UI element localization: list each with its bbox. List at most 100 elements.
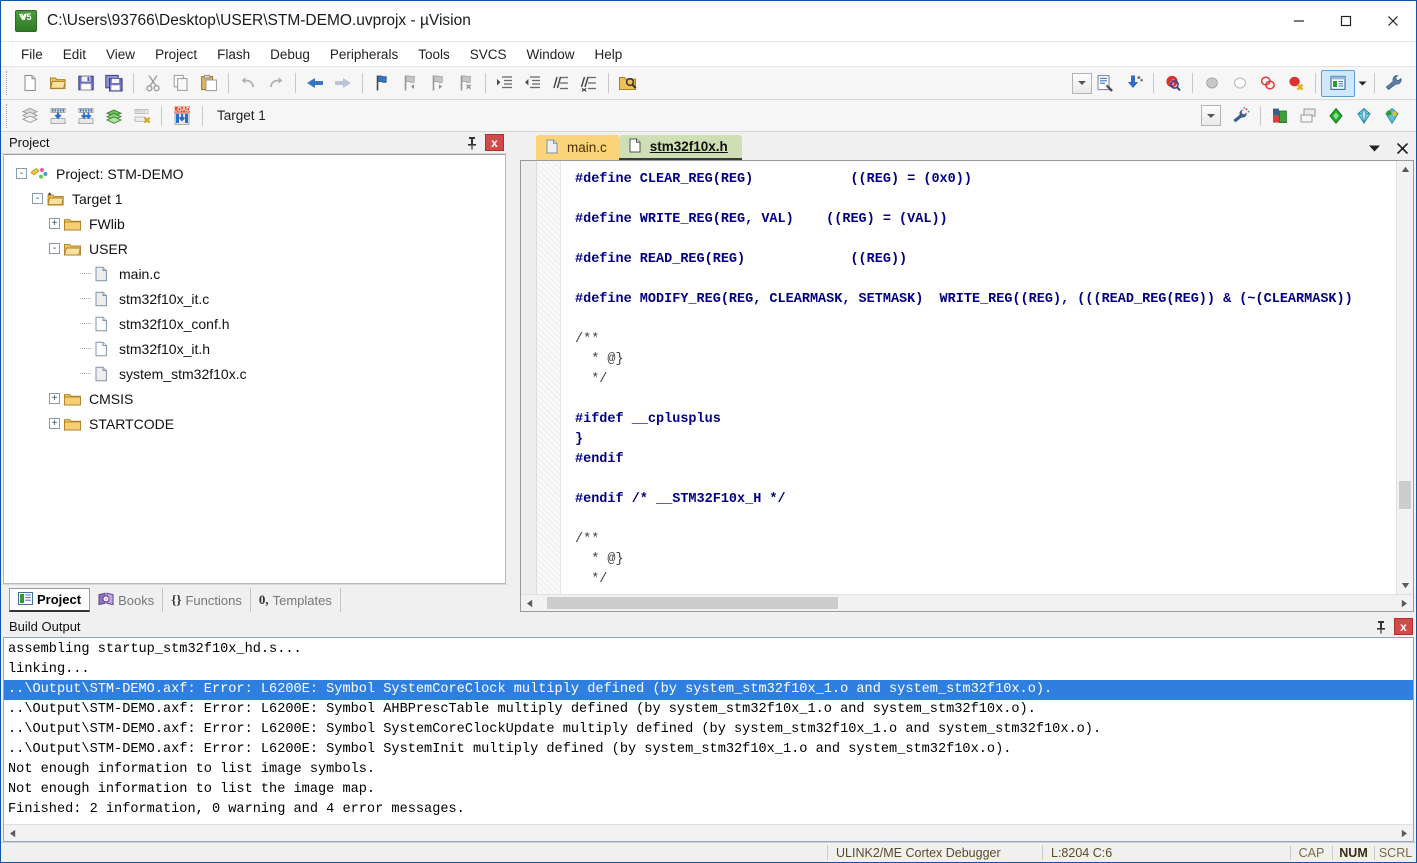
tree-item-startcode[interactable]: + STARTCODE [4, 411, 505, 436]
outdent-icon[interactable] [519, 70, 547, 97]
find-in-files-icon[interactable] [614, 70, 642, 97]
build-output-lines[interactable]: assembling startup_stm32f10x_hd.s... lin… [4, 638, 1413, 824]
editor-vertical-scrollbar[interactable] [1396, 161, 1413, 594]
bookmark-toggle-icon[interactable] [368, 70, 396, 97]
scroll-right-icon[interactable] [1396, 595, 1413, 611]
editor-vscroll-thumb[interactable] [1399, 481, 1411, 510]
window-list-chevron-down-icon[interactable] [1366, 140, 1382, 156]
menu-svcs[interactable]: SVCS [460, 44, 517, 65]
tab-project[interactable]: Project [9, 588, 91, 612]
tab-templates[interactable]: 0, Templates [251, 588, 341, 612]
tree-item-project-root[interactable]: - Project: STM-DEMO [4, 161, 505, 186]
expander-icon[interactable]: - [49, 243, 60, 254]
toolbar-grip[interactable] [6, 71, 13, 95]
tree-item-main-c[interactable]: main.c [4, 261, 505, 286]
tab-functions[interactable]: {} Functions [163, 588, 251, 612]
save-all-icon[interactable] [100, 70, 128, 97]
batch-build-icon[interactable] [100, 102, 128, 129]
toolbar-dropdown-arrow[interactable] [1072, 72, 1092, 94]
tree-item-stm32f10x-conf-h[interactable]: stm32f10x_conf.h [4, 311, 505, 336]
editor-fold-margin[interactable] [537, 161, 561, 594]
target-select[interactable]: Target 1 [208, 105, 383, 127]
navigate-back-icon[interactable] [301, 70, 329, 97]
scroll-down-icon[interactable] [1397, 577, 1413, 594]
comment-icon[interactable] [547, 70, 575, 97]
menu-tools[interactable]: Tools [408, 44, 460, 65]
scroll-right-icon[interactable] [1396, 825, 1413, 841]
editor-selection-margin[interactable] [521, 161, 537, 594]
menu-edit[interactable]: Edit [53, 44, 96, 65]
config-wizard-icon[interactable] [1092, 70, 1120, 97]
menu-project[interactable]: Project [145, 44, 207, 65]
pack-installer-icon[interactable] [1322, 102, 1350, 129]
configure-icon[interactable] [1380, 70, 1408, 97]
tree-item-fwlib[interactable]: + FWlib [4, 211, 505, 236]
minimize-button[interactable] [1275, 1, 1322, 42]
indent-icon[interactable] [491, 70, 519, 97]
uncomment-icon[interactable] [575, 70, 603, 97]
tree-item-user[interactable]: - USER [4, 236, 505, 261]
editor-tab-main-c[interactable]: main.c [536, 135, 629, 160]
build-output-horizontal-scrollbar[interactable] [4, 824, 1413, 841]
editor-hscroll-track[interactable] [538, 595, 1396, 611]
redo-icon[interactable] [262, 70, 290, 97]
breakpoint-kill-all-icon[interactable] [1282, 70, 1310, 97]
scroll-up-icon[interactable] [1397, 161, 1413, 178]
target-select-arrow[interactable] [1201, 105, 1221, 126]
window-layout-dropdown-arrow[interactable] [1355, 70, 1369, 97]
editor-tab-stm32f10x-h[interactable]: stm32f10x.h [618, 135, 742, 160]
menu-debug[interactable]: Debug [260, 44, 320, 65]
manage-layers-icon[interactable] [1294, 102, 1322, 129]
build-output-line-selected[interactable]: ..\Output\STM-DEMO.axf: Error: L6200E: S… [4, 680, 1413, 700]
copy-icon[interactable] [167, 70, 195, 97]
scroll-left-icon[interactable] [521, 595, 538, 611]
tree-item-stm32f10x-it-h[interactable]: stm32f10x_it.h [4, 336, 505, 361]
menu-window[interactable]: Window [516, 44, 584, 65]
expander-icon[interactable]: + [49, 393, 60, 404]
new-file-icon[interactable] [16, 70, 44, 97]
download-icon[interactable] [1120, 70, 1148, 97]
translate-file-icon[interactable] [16, 102, 44, 129]
tree-item-system-stm32f10x-c[interactable]: system_stm32f10x.c [4, 361, 505, 386]
build-output-pin-button[interactable] [1372, 618, 1390, 636]
editor-vscroll-track[interactable] [1397, 178, 1413, 577]
code-text-area[interactable]: #define CLEAR_REG(REG) ((REG) = (0x0)) #… [561, 161, 1396, 594]
build-output-close-button[interactable]: x [1394, 618, 1413, 635]
load-icon[interactable]: LOAD [167, 102, 197, 129]
editor-hscroll-thumb[interactable] [546, 597, 839, 609]
menu-view[interactable]: View [96, 44, 145, 65]
tree-item-target[interactable]: - Target 1 [4, 186, 505, 211]
close-icon[interactable] [1394, 140, 1410, 156]
cut-icon[interactable] [139, 70, 167, 97]
bookmark-clear-icon[interactable] [452, 70, 480, 97]
build-icon[interactable] [44, 102, 72, 129]
editor-horizontal-scrollbar[interactable] [521, 594, 1413, 611]
breakpoint-disable-all-icon[interactable] [1254, 70, 1282, 97]
tree-item-stm32f10x-it-c[interactable]: stm32f10x_it.c [4, 286, 505, 311]
bookmark-next-icon[interactable] [424, 70, 452, 97]
menu-help[interactable]: Help [585, 44, 633, 65]
save-icon[interactable] [72, 70, 100, 97]
breakpoint-insert-icon[interactable] [1198, 70, 1226, 97]
close-button[interactable] [1369, 1, 1416, 42]
rebuild-icon[interactable] [72, 102, 100, 129]
tab-books[interactable]: ? Books [90, 588, 164, 612]
select-software-packs-icon[interactable] [1350, 102, 1378, 129]
menu-file[interactable]: File [11, 44, 53, 65]
tree-item-cmsis[interactable]: + CMSIS [4, 386, 505, 411]
maximize-button[interactable] [1322, 1, 1369, 42]
project-panel-close-button[interactable]: x [485, 134, 504, 151]
build-toolbar-grip[interactable] [6, 103, 13, 128]
undo-icon[interactable] [234, 70, 262, 97]
build-hscroll-track[interactable] [21, 825, 1396, 841]
scroll-left-icon[interactable] [4, 825, 21, 841]
manage-rte-icon[interactable] [1378, 102, 1406, 129]
paste-icon[interactable] [195, 70, 223, 97]
menu-flash[interactable]: Flash [207, 44, 260, 65]
bookmark-prev-icon[interactable] [396, 70, 424, 97]
window-layout-icon[interactable] [1321, 69, 1355, 97]
menu-peripherals[interactable]: Peripherals [320, 44, 408, 65]
expander-icon[interactable]: + [49, 218, 60, 229]
stop-build-icon[interactable] [128, 102, 156, 129]
expander-icon[interactable]: - [32, 193, 43, 204]
